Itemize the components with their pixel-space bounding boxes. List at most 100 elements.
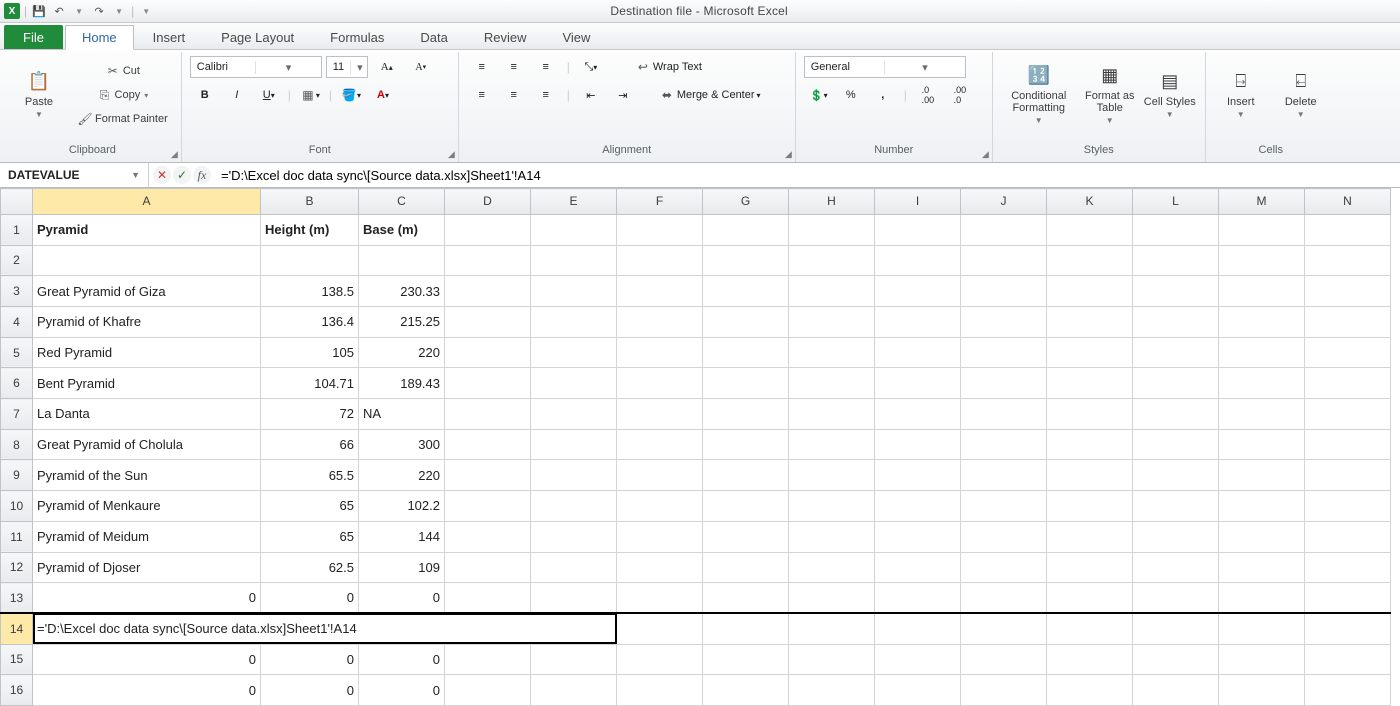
cell[interactable] [961,583,1047,614]
cell[interactable] [703,583,789,614]
row-header[interactable]: 1 [1,214,33,245]
cell[interactable] [1133,429,1219,460]
cell[interactable] [1047,521,1133,552]
cell[interactable]: 62.5 [261,552,359,583]
cell[interactable] [1133,613,1219,644]
font-name-combo[interactable]: Calibri▾ [190,56,322,78]
cell[interactable] [789,644,875,675]
row-header[interactable]: 6 [1,368,33,399]
col-header-N[interactable]: N [1305,189,1391,215]
cell[interactable] [1219,429,1305,460]
qat-customize-icon[interactable]: ▼ [138,3,154,19]
cell[interactable]: 0 [359,583,445,614]
cell[interactable]: 66 [261,429,359,460]
cell[interactable]: 215.25 [359,307,445,338]
name-box-dropdown-icon[interactable]: ▼ [127,170,144,180]
cell[interactable] [531,460,617,491]
cell[interactable]: Bent Pyramid [33,368,261,399]
cell[interactable] [1219,491,1305,522]
cell[interactable] [617,399,703,430]
cell[interactable] [445,399,531,430]
cell[interactable] [445,214,531,245]
cell[interactable] [1133,491,1219,522]
cell[interactable]: Pyramid of Menkaure [33,491,261,522]
cell[interactable] [1047,552,1133,583]
cell[interactable] [1133,521,1219,552]
format-painter-button[interactable]: 🖌Format Painter [72,108,173,130]
col-header-C[interactable]: C [359,189,445,215]
cell[interactable] [617,583,703,614]
merge-center-button[interactable]: ⬌Merge & Center▾ [654,84,766,106]
cell[interactable] [261,245,359,276]
editing-cell[interactable]: ='D:\Excel doc data sync\[Source data.xl… [33,613,617,644]
cell[interactable] [445,552,531,583]
cell[interactable] [703,491,789,522]
cell[interactable] [961,613,1047,644]
cell[interactable] [531,552,617,583]
tab-formulas[interactable]: Formulas [313,25,401,49]
cell[interactable] [1047,429,1133,460]
cell[interactable] [875,214,961,245]
cell[interactable] [1219,583,1305,614]
cell[interactable] [961,276,1047,307]
cell[interactable] [961,521,1047,552]
copy-button[interactable]: ⎘Copy▾ [72,84,173,106]
clipboard-launcher-icon[interactable]: ◢ [171,149,178,160]
cell[interactable] [445,675,531,706]
increase-font-icon[interactable]: A▴ [372,56,402,78]
col-header-B[interactable]: B [261,189,359,215]
cell[interactable] [1305,307,1391,338]
cell[interactable] [445,429,531,460]
cell[interactable] [1047,245,1133,276]
delete-cells-button[interactable]: ⍇Delete▼ [1274,56,1328,132]
cell[interactable] [703,613,789,644]
cell[interactable] [789,337,875,368]
col-header-H[interactable]: H [789,189,875,215]
cell[interactable]: 0 [33,644,261,675]
cell[interactable]: Pyramid of the Sun [33,460,261,491]
cell[interactable] [1047,214,1133,245]
align-right-icon[interactable]: ≡ [531,84,561,106]
cell[interactable] [961,337,1047,368]
border-button[interactable]: ▦▾ [295,84,325,106]
cell[interactable] [33,245,261,276]
cell[interactable] [875,491,961,522]
row-header[interactable]: 2 [1,245,33,276]
row-header[interactable]: 5 [1,337,33,368]
cell[interactable]: Base (m) [359,214,445,245]
cell[interactable] [703,460,789,491]
cell[interactable] [1133,245,1219,276]
cell[interactable] [1219,368,1305,399]
tab-file[interactable]: File [4,25,63,49]
cell[interactable] [875,583,961,614]
cell[interactable]: 230.33 [359,276,445,307]
cell[interactable] [359,245,445,276]
cell[interactable] [961,368,1047,399]
row-header[interactable]: 3 [1,276,33,307]
align-middle-icon[interactable]: ≡ [499,56,529,78]
cell[interactable]: 138.5 [261,276,359,307]
cell[interactable] [445,583,531,614]
cell[interactable] [531,399,617,430]
col-header-E[interactable]: E [531,189,617,215]
row-header[interactable]: 11 [1,521,33,552]
cell[interactable] [1133,552,1219,583]
cell[interactable] [1305,675,1391,706]
cell[interactable] [789,460,875,491]
row-header[interactable]: 15 [1,644,33,675]
insert-cells-button[interactable]: ⍈Insert▼ [1214,56,1268,132]
cell[interactable]: 109 [359,552,445,583]
cell[interactable] [445,460,531,491]
cell[interactable]: 0 [261,675,359,706]
alignment-launcher-icon[interactable]: ◢ [785,149,792,160]
cell[interactable] [789,521,875,552]
cell[interactable] [1305,429,1391,460]
cell[interactable]: Pyramid of Djoser [33,552,261,583]
cell[interactable] [703,368,789,399]
cell[interactable] [789,245,875,276]
cell[interactable]: 0 [261,644,359,675]
row-header[interactable]: 16 [1,675,33,706]
tab-page-layout[interactable]: Page Layout [204,25,311,49]
col-header-A[interactable]: A [33,189,261,215]
cell[interactable]: 189.43 [359,368,445,399]
